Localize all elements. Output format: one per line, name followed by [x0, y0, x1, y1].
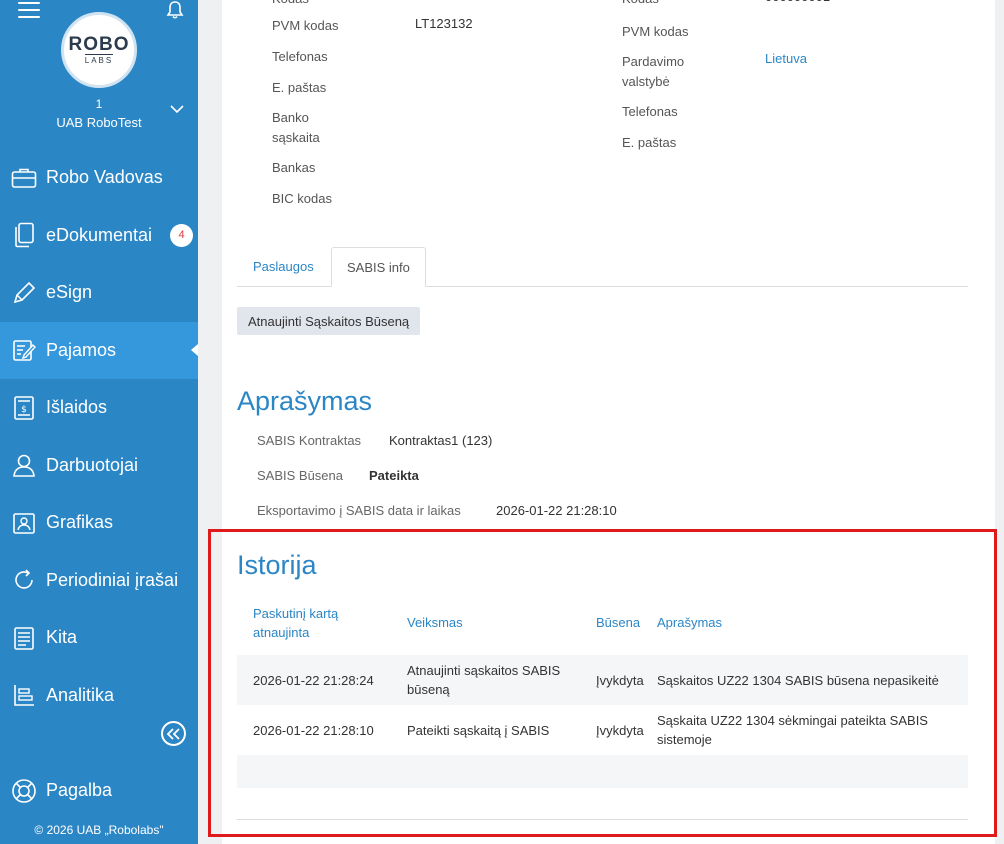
seller-phone-label: Telefonas — [272, 49, 328, 64]
active-caret-icon — [191, 344, 198, 357]
company-name[interactable]: UAB RoboTest — [0, 115, 198, 130]
sabis-contract-value: Kontraktas1 (123) — [389, 433, 493, 448]
tab-paslaugos[interactable]: Paslaugos — [238, 247, 329, 287]
sidebar: ROBO LABS 1 UAB RoboTest Robo Vadovas eD… — [0, 0, 198, 844]
column-header-action[interactable]: Veiksmas — [407, 613, 463, 632]
sidebar-item-label: eSign — [46, 282, 93, 303]
history-table-header: Paskutinį kartą atnaujinta Veiksmas Būse… — [237, 600, 968, 655]
table-bottom-divider — [237, 819, 968, 820]
list-icon — [10, 624, 38, 652]
seller-email-label: E. paštas — [272, 80, 327, 95]
sidebar-item-periodiniai[interactable]: Periodiniai įrašai — [0, 552, 198, 610]
table-row-empty — [237, 755, 968, 788]
sidebar-item-kita[interactable]: Kita — [0, 609, 198, 667]
table-row[interactable]: 2026-01-22 21:28:10 Pateikti sąskaitą į … — [237, 705, 968, 755]
sidebar-item-esign[interactable]: eSign — [0, 264, 198, 322]
buyer-country-label: Pardavimo valstybė — [622, 54, 685, 89]
column-header-status[interactable]: Būsena — [596, 613, 640, 632]
row-action: Pateikti sąskaitą į SABIS — [407, 723, 550, 738]
sidebar-item-pajamos[interactable]: Pajamos — [0, 321, 198, 379]
export-datetime-value: 2026-01-22 21:28:10 — [496, 503, 617, 518]
sidebar-item-label: Periodiniai įrašai — [46, 569, 179, 590]
sabis-status-label: SABIS Būsena — [257, 468, 343, 483]
buyer-code-label: Kodas — [622, 0, 659, 9]
svg-text:$: $ — [21, 405, 27, 415]
documents-icon — [10, 221, 38, 249]
logo-text-top: ROBO — [68, 34, 130, 55]
collapse-sidebar-button[interactable] — [161, 721, 186, 746]
sidebar-item-darbuotojai[interactable]: Darbuotojai — [0, 437, 198, 495]
user-icon — [10, 451, 38, 479]
sabis-status-value: Pateikta — [369, 468, 419, 483]
seller-bank-account-label: Banko sąskaita — [272, 110, 320, 145]
tab-sabis-info[interactable]: SABIS info — [331, 247, 426, 287]
tabs: Paslaugos SABIS info — [237, 247, 968, 287]
sidebar-item-islaidos[interactable]: $ Išlaidos — [0, 379, 198, 437]
sidebar-item-robo-vadovas[interactable]: Robo Vadovas — [0, 149, 198, 207]
sidebar-item-label: Robo Vadovas — [46, 167, 163, 188]
invoice-panel: Kodas PVM kodas LT123132 Telefonas E. pa… — [222, 0, 995, 844]
edit-doc-icon — [10, 336, 38, 364]
sabis-contract-label: SABIS Kontraktas — [257, 433, 362, 448]
sidebar-item-label: Išlaidos — [46, 397, 108, 418]
sidebar-item-label: Pajamos — [46, 339, 117, 360]
seller-vat-label: PVM kodas — [272, 18, 339, 33]
seller-bic-label: BIC kodas — [272, 191, 332, 206]
column-header-description[interactable]: Aprašymas — [657, 613, 722, 632]
refresh-invoice-status-button[interactable]: Atnaujinti Sąskaitos Būseną — [237, 307, 421, 335]
chevron-down-icon[interactable] — [170, 104, 184, 114]
robolabs-logo[interactable]: ROBO LABS — [61, 12, 137, 88]
row-date: 2026-01-22 21:28:24 — [253, 673, 374, 688]
pen-icon — [10, 279, 38, 307]
table-row[interactable]: 2026-01-22 21:28:24 Atnaujinti sąskaitos… — [237, 655, 968, 705]
sidebar-nav: Robo Vadovas eDokumentai 4 eSign Pajamos… — [0, 149, 198, 724]
row-status: Įvykdyta — [596, 673, 644, 688]
sidebar-item-label: Darbuotojai — [46, 454, 139, 475]
user-number: 1 — [95, 97, 103, 111]
copyright: © 2026 UAB „Robolabs" — [34, 823, 164, 837]
sidebar-header: ROBO LABS 1 UAB RoboTest — [0, 0, 198, 150]
buyer-vat-label: PVM kodas — [622, 24, 689, 39]
column-header-updated[interactable]: Paskutinį kartą atnaujinta — [253, 604, 363, 642]
notification-badge: 4 — [170, 223, 193, 247]
buyer-country-link[interactable]: Lietuva — [765, 51, 807, 66]
sidebar-item-label: Pagalba — [46, 780, 113, 801]
sidebar-item-edokumentai[interactable]: eDokumentai 4 — [0, 207, 198, 265]
row-description: Sąskaita UZ22 1304 sėkmingai pateikta SA… — [657, 713, 928, 747]
briefcase-icon — [10, 164, 38, 192]
buyer-email-label: E. paštas — [622, 135, 677, 150]
row-action: Atnaujinti sąskaitos SABIS būseną — [407, 663, 561, 697]
menu-icon[interactable] — [18, 2, 40, 18]
row-description: Sąskaitos UZ22 1304 SABIS būsena nepasik… — [657, 673, 939, 688]
seller-vat-value: LT123132 — [415, 16, 473, 31]
seller-bank-label: Bankas — [272, 160, 316, 175]
refresh-icon — [10, 566, 38, 594]
seller-code-label: Kodas — [272, 0, 309, 9]
double-chevron-left-icon — [166, 727, 180, 740]
row-status: Įvykdyta — [596, 723, 644, 738]
receipt-icon: $ — [10, 394, 38, 422]
sidebar-item-label: Grafikas — [46, 512, 114, 533]
logo-text-bottom: LABS — [84, 54, 114, 65]
export-datetime-label: Eksportavimo į SABIS data ir laikas — [257, 503, 461, 518]
bell-icon[interactable] — [165, 0, 185, 20]
sidebar-item-pagalba[interactable]: Pagalba — [0, 762, 198, 820]
sidebar-item-analitika[interactable]: Analitika — [0, 667, 198, 725]
analytics-icon — [10, 681, 38, 709]
sidebar-item-label: Kita — [46, 627, 78, 648]
sidebar-item-label: Analitika — [46, 684, 115, 705]
sidebar-item-label: eDokumentai — [46, 224, 153, 245]
row-date: 2026-01-22 21:28:10 — [253, 723, 374, 738]
sidebar-item-grafikas[interactable]: Grafikas — [0, 494, 198, 552]
description-title: Aprašymas — [237, 386, 373, 416]
schedule-icon — [10, 509, 38, 537]
buyer-phone-label: Telefonas — [622, 104, 678, 119]
lifebuoy-icon — [10, 777, 38, 805]
history-title: Istorija — [237, 550, 317, 580]
buyer-code-value: 000000001 — [765, 0, 830, 4]
